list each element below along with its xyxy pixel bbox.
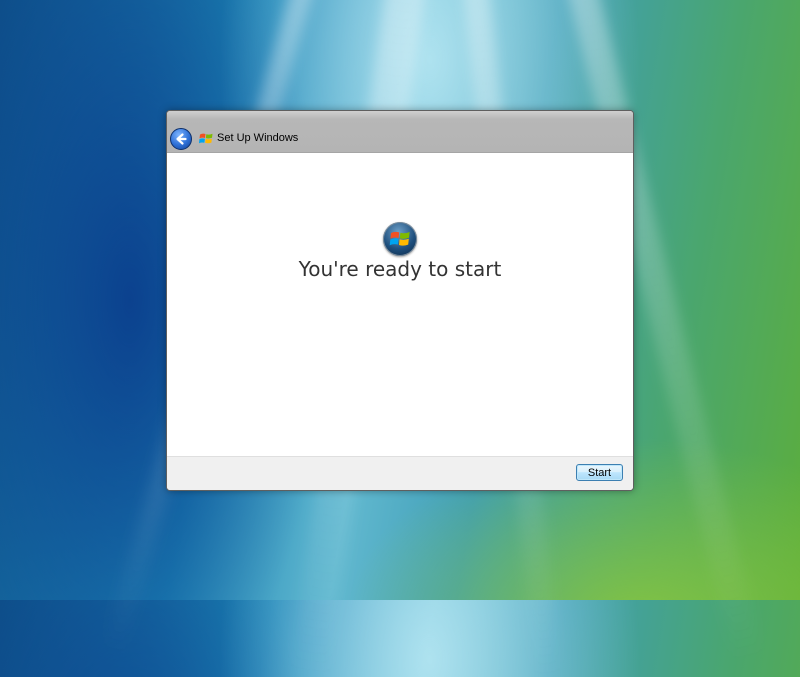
setup-window: Set Up Windows You're ready to start Sta… <box>166 110 634 491</box>
back-button[interactable] <box>170 128 192 150</box>
windows-flag-icon <box>199 133 213 144</box>
windows-orb-icon <box>383 222 417 256</box>
content-area: You're ready to start <box>167 153 633 458</box>
window-title: Set Up Windows <box>217 132 299 144</box>
title-bar: Set Up Windows <box>167 111 633 153</box>
footer-bar: Start <box>167 456 633 490</box>
windows-flag-icon <box>389 231 410 246</box>
back-arrow-icon <box>176 133 187 145</box>
page-heading: You're ready to start <box>298 257 502 281</box>
start-button[interactable]: Start <box>576 464 623 481</box>
